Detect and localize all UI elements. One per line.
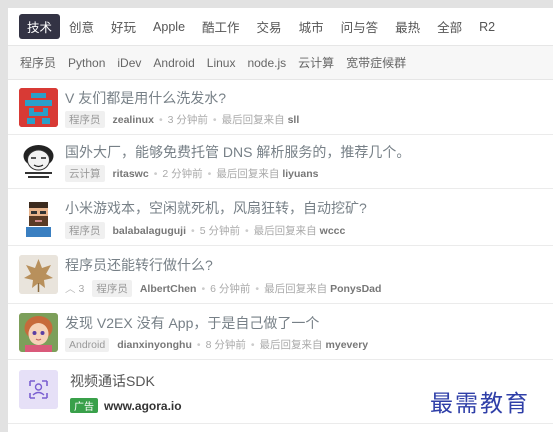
last-reply-user[interactable]: wccc — [320, 225, 346, 237]
separator: • — [191, 224, 195, 237]
separator: • — [207, 167, 212, 180]
topic-author[interactable]: dianxinyonghu — [117, 339, 192, 351]
topic-time: 5 分钟前 — [199, 225, 240, 237]
separator: • — [212, 113, 217, 126]
last-reply-user[interactable]: liyuans — [282, 168, 318, 180]
avatar[interactable] — [19, 142, 58, 181]
tab-fun[interactable]: 好玩 — [103, 14, 144, 39]
subtab-python[interactable]: Python — [68, 56, 105, 70]
separator: • — [250, 338, 255, 351]
subtab-cloud[interactable]: 云计算 — [298, 54, 334, 71]
last-reply-label: 最后回复来自 — [259, 339, 323, 351]
subtab-linux[interactable]: Linux — [207, 56, 236, 70]
topic-title[interactable]: 小米游戏本，空闲就死机，风扇狂转，自动挖矿? — [65, 198, 367, 218]
subtab-programmer[interactable]: 程序员 — [20, 54, 56, 71]
tab-creative[interactable]: 创意 — [61, 14, 102, 39]
maple-leaf-avatar-icon — [19, 255, 58, 294]
last-reply-user[interactable]: sll — [288, 114, 300, 126]
subtab-android[interactable]: Android — [153, 56, 194, 70]
topic-meta: 云计算 ritaswc • 2 分钟前 • 最后回复来自 liyuans — [65, 165, 319, 182]
topic-node[interactable]: 程序员 — [65, 222, 105, 239]
separator: • — [196, 338, 201, 351]
separator: • — [244, 224, 249, 237]
topic-author[interactable]: ritaswc — [113, 168, 149, 180]
topic-time: 3 分钟前 — [167, 114, 208, 126]
topic-meta: Android dianxinyonghu • 8 分钟前 • 最后回复来自 m… — [65, 337, 368, 352]
last-reply-label: 最后回复来自 — [253, 225, 317, 237]
ad-badge: 广告 — [70, 398, 98, 413]
subtab-nodejs[interactable]: node.js — [247, 56, 286, 70]
last-reply-label: 最后回复来自 — [264, 283, 328, 295]
tab-qna[interactable]: 问与答 — [333, 14, 387, 39]
topic-author[interactable]: AlbertChen — [140, 283, 197, 295]
last-reply-user[interactable]: PonysDad — [330, 283, 381, 295]
topic-item: 程序员还能转行做什么? ︿ 3 程序员 AlbertChen • 6 分钟前 •… — [8, 246, 553, 304]
tab-tech[interactable]: 技术 — [19, 14, 61, 39]
video-call-icon — [19, 370, 58, 409]
avatar[interactable] — [19, 88, 58, 127]
topic-title[interactable]: 发现 V2EX 没有 App，于是自己做了一个 — [65, 313, 319, 333]
upvote-icon[interactable]: ︿ — [65, 281, 76, 296]
topic-title[interactable]: V 友们都是用什么洗发水? — [65, 88, 226, 108]
topic-meta: ︿ 3 程序员 AlbertChen • 6 分钟前 • 最后回复来自 Pony… — [65, 280, 381, 297]
tab-city[interactable]: 城市 — [291, 14, 332, 39]
category-tabs: 技术 创意 好玩 Apple 酷工作 交易 城市 问与答 最热 全部 R2 — [8, 8, 553, 46]
tab-deals[interactable]: 交易 — [249, 14, 290, 39]
tab-hot[interactable]: 最热 — [387, 14, 428, 39]
ad-logo[interactable] — [19, 370, 58, 409]
topic-item: 发现 V2EX 没有 App，于是自己做了一个 Android dianxiny… — [8, 304, 553, 360]
separator: • — [158, 113, 163, 126]
topic-author[interactable]: zealinux — [113, 114, 154, 126]
tab-jobs[interactable]: 酷工作 — [194, 14, 248, 39]
ad-url[interactable]: www.agora.io — [104, 399, 182, 413]
topic-meta: 程序员 balabalaguguji • 5 分钟前 • 最后回复来自 wccc — [65, 222, 345, 239]
avatar[interactable] — [19, 313, 58, 352]
ad-meta: 广告 www.agora.io — [70, 398, 182, 413]
topic-node[interactable]: 云计算 — [65, 165, 105, 182]
subtab-idev[interactable]: iDev — [117, 56, 141, 70]
topic-meta: 程序员 zealinux • 3 分钟前 • 最后回复来自 sll — [65, 111, 299, 128]
ad-title[interactable]: 视频通话SDK — [70, 371, 155, 391]
subtab-broadband[interactable]: 宽带症候群 — [346, 54, 406, 71]
separator: • — [255, 282, 260, 295]
anime-girl-avatar-icon — [19, 313, 58, 352]
topic-item: 国外大厂，能够免费托管 DNS 解析服务的，推荐几个。 云计算 ritaswc … — [8, 135, 553, 189]
topic-item: V 友们都是用什么洗发水? 程序员 zealinux • 3 分钟前 • 最后回… — [8, 81, 553, 135]
node-subtabs: 程序员 Python iDev Android Linux node.js 云计… — [8, 46, 553, 80]
last-reply-user[interactable]: myevery — [326, 339, 369, 351]
tab-all[interactable]: 全部 — [429, 14, 470, 39]
last-reply-label: 最后回复来自 — [216, 168, 280, 180]
topic-node[interactable]: 程序员 — [92, 280, 132, 297]
topic-item: 小米游戏本，空闲就死机，风扇狂转，自动挖矿? 程序员 balabalaguguj… — [8, 189, 553, 246]
topic-time: 6 分钟前 — [210, 283, 251, 295]
meme-face-avatar-icon — [19, 142, 58, 181]
avatar[interactable] — [19, 198, 58, 237]
separator: • — [153, 167, 158, 180]
topic-author[interactable]: balabalaguguji — [113, 225, 187, 237]
avatar[interactable] — [19, 255, 58, 294]
vote-count: 3 — [78, 282, 85, 295]
bearded-man-avatar-icon — [19, 198, 58, 237]
topic-title[interactable]: 程序员还能转行做什么? — [65, 255, 213, 275]
separator: • — [201, 282, 206, 295]
pixel-avatar-icon — [19, 88, 58, 127]
topic-node[interactable]: 程序员 — [65, 111, 105, 128]
topic-time: 2 分钟前 — [162, 168, 203, 180]
tab-apple[interactable]: Apple — [145, 17, 193, 37]
topic-time: 8 分钟前 — [205, 339, 246, 351]
topic-node[interactable]: Android — [65, 337, 110, 352]
last-reply-label: 最后回复来自 — [221, 114, 285, 126]
main-card: 技术 创意 好玩 Apple 酷工作 交易 城市 问与答 最热 全部 R2 程序… — [8, 8, 553, 432]
topic-title[interactable]: 国外大厂，能够免费托管 DNS 解析服务的，推荐几个。 — [65, 142, 410, 162]
watermark-text: 最需教育 — [430, 391, 530, 417]
tab-r2[interactable]: R2 — [471, 17, 503, 37]
